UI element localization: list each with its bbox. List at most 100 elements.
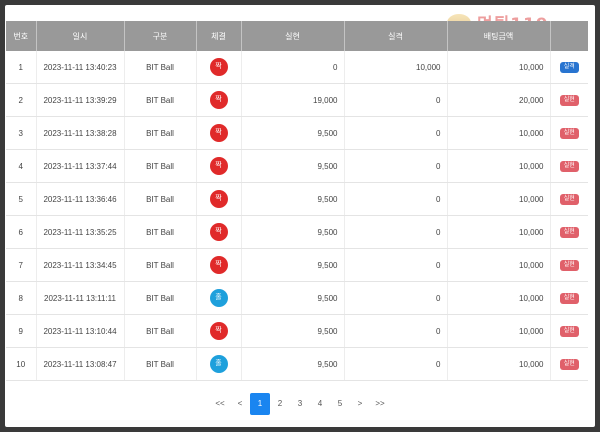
result-ball: 짝: [209, 124, 228, 142]
row-no: 1: [6, 51, 37, 84]
row-status: 실현: [550, 314, 588, 348]
row-loss: 0: [344, 149, 448, 183]
row-datetime: 2023-11-11 13:38:28: [36, 116, 125, 150]
row-result: 짝: [196, 116, 242, 150]
row-status: 실현: [550, 248, 588, 282]
row-result: 짝: [196, 51, 242, 84]
row-result: 홀: [196, 347, 242, 381]
row-no: 3: [6, 116, 37, 150]
row-realized: 9,500: [241, 281, 345, 315]
result-ball: 홀: [209, 289, 228, 307]
row-realized: 19,000: [241, 83, 345, 117]
status-badge: 실현: [559, 326, 579, 337]
col-header-category: 구분: [124, 21, 197, 51]
status-badge: 실현: [559, 293, 579, 304]
col-header-realized: 실현: [241, 21, 345, 51]
row-bet-amount: 10,000: [447, 182, 551, 216]
page-1-button[interactable]: 1: [250, 393, 270, 415]
col-header-bet-amount: 배팅금액: [447, 21, 551, 51]
table-header-row: 번호 일시 구분 체결 실현 실격 배팅금액: [6, 21, 588, 51]
row-bet-amount: 10,000: [447, 248, 551, 282]
row-loss: 0: [344, 83, 448, 117]
row-realized: 9,500: [241, 248, 345, 282]
col-header-status: [550, 21, 588, 51]
col-header-no: 번호: [6, 21, 37, 51]
row-result: 짝: [196, 314, 242, 348]
first-page-button[interactable]: <<: [210, 393, 230, 415]
row-result: 짝: [196, 182, 242, 216]
row-loss: 0: [344, 215, 448, 249]
row-loss: 0: [344, 182, 448, 216]
row-status: 실현: [550, 116, 588, 150]
row-result: 짝: [196, 215, 242, 249]
next-page-button[interactable]: >: [350, 393, 370, 415]
col-header-loss: 실격: [344, 21, 448, 51]
table-row: 3 2023-11-11 13:38:28 BIT Ball 짝 9,500 0 10,00…: [6, 116, 588, 150]
row-category: BIT Ball: [124, 51, 197, 84]
row-bet-amount: 10,000: [447, 281, 551, 315]
prev-page-button[interactable]: <: [230, 393, 250, 415]
page-3-button[interactable]: 3: [290, 393, 310, 415]
row-category: BIT Ball: [124, 347, 197, 381]
status-badge: 실현: [559, 194, 579, 205]
page-5-button[interactable]: 5: [330, 393, 350, 415]
last-page-button[interactable]: >>: [370, 393, 390, 415]
row-bet-amount: 10,000: [447, 314, 551, 348]
table-row: 7 2023-11-11 13:34:45 BIT Ball 짝 9,500 0 10,00…: [6, 248, 588, 282]
row-realized: 0: [241, 51, 345, 84]
page-4-button[interactable]: 4: [310, 393, 330, 415]
row-realized: 9,500: [241, 215, 345, 249]
row-loss: 0: [344, 347, 448, 381]
row-loss: 0: [344, 116, 448, 150]
row-status: 실현: [550, 149, 588, 183]
row-realized: 9,500: [241, 314, 345, 348]
result-ball: 홀: [209, 355, 228, 373]
row-no: 4: [6, 149, 37, 183]
row-status: 실현: [550, 83, 588, 117]
table-row: 2 2023-11-11 13:39:29 BIT Ball 짝 19,000 0 20,0…: [6, 83, 588, 117]
page-2-button[interactable]: 2: [270, 393, 290, 415]
row-status: 실현: [550, 347, 588, 381]
result-ball: 짝: [209, 322, 228, 340]
row-loss: 0: [344, 281, 448, 315]
row-category: BIT Ball: [124, 83, 197, 117]
row-status: 실현: [550, 215, 588, 249]
table-row: 6 2023-11-11 13:35:25 BIT Ball 짝 9,500 0 10,00…: [6, 215, 588, 249]
row-datetime: 2023-11-11 13:35:25: [36, 215, 125, 249]
result-ball: 짝: [209, 91, 228, 109]
row-loss: 0: [344, 314, 448, 348]
row-category: BIT Ball: [124, 215, 197, 249]
row-category: BIT Ball: [124, 314, 197, 348]
row-status: 실현: [550, 182, 588, 216]
row-loss: 10,000: [344, 51, 448, 84]
row-category: BIT Ball: [124, 149, 197, 183]
row-bet-amount: 10,000: [447, 51, 551, 84]
row-category: BIT Ball: [124, 182, 197, 216]
status-badge: 실현: [559, 128, 579, 139]
row-result: 짝: [196, 83, 242, 117]
row-category: BIT Ball: [124, 281, 197, 315]
row-category: BIT Ball: [124, 116, 197, 150]
result-ball: 짝: [209, 256, 228, 274]
row-realized: 9,500: [241, 116, 345, 150]
status-badge: 실현: [559, 359, 579, 370]
row-result: 홀: [196, 281, 242, 315]
row-loss: 0: [344, 248, 448, 282]
result-ball: 짝: [209, 58, 228, 76]
row-realized: 9,500: [241, 182, 345, 216]
row-realized: 9,500: [241, 149, 345, 183]
row-datetime: 2023-11-11 13:10:44: [36, 314, 125, 348]
result-ball: 짝: [209, 223, 228, 241]
status-badge: 실현: [559, 227, 579, 238]
table-row: 5 2023-11-11 13:36:46 BIT Ball 짝 9,500 0 10,00…: [6, 182, 588, 216]
row-datetime: 2023-11-11 13:11:11: [36, 281, 125, 315]
row-no: 6: [6, 215, 37, 249]
row-result: 짝: [196, 149, 242, 183]
row-datetime: 2023-11-11 13:34:45: [36, 248, 125, 282]
bet-history-table: 번호 일시 구분 체결 실현 실격 배팅금액 1 2023-11-11 13:40…: [6, 21, 588, 381]
status-badge: 실격: [559, 62, 579, 73]
col-header-datetime: 일시: [36, 21, 125, 51]
table-row: 1 2023-11-11 13:40:23 BIT Ball 짝 0 10,000 10,0…: [6, 51, 588, 84]
result-ball: 짝: [209, 157, 228, 175]
bet-history-panel: 먹튀119 먹튀검증 커뮤니티 결과 번호 일시 구분 체결 실현 실격 배팅금…: [5, 5, 595, 427]
